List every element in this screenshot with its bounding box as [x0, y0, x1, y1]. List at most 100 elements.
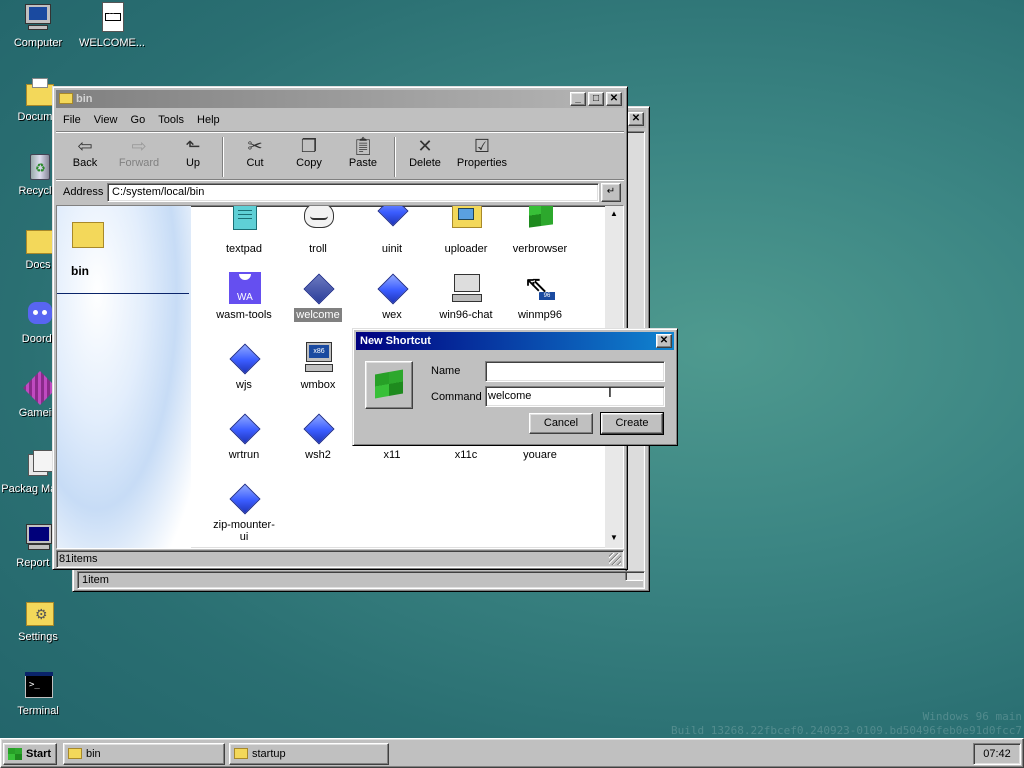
discord-icon — [22, 298, 54, 330]
clock[interactable]: 07:42 — [973, 743, 1021, 765]
file-win96-chat[interactable]: win96-chat — [429, 272, 503, 322]
enter-arrow-icon: ↵ — [606, 186, 616, 197]
report-bug-icon — [22, 522, 54, 554]
file-wjs[interactable]: wjs — [207, 342, 281, 392]
new-shortcut-dialog[interactable]: New Shortcut ✕ Name Command welcome Canc… — [352, 328, 678, 446]
dialog-titlebar[interactable]: New Shortcut ✕ — [356, 332, 674, 350]
delete-x-icon: ✕ — [417, 136, 433, 156]
copy-button[interactable]: ❐ Copy — [282, 135, 336, 179]
file-verbrowser[interactable]: verbrowser — [503, 206, 577, 256]
button-label: Properties — [456, 157, 508, 169]
button-label: Up — [185, 157, 201, 169]
explorer-titlebar[interactable]: bin _ □ ✕ — [56, 90, 624, 108]
maximize-button[interactable]: □ — [588, 92, 604, 106]
x86-computer-icon: x86 — [301, 342, 335, 376]
menu-file[interactable]: File — [58, 111, 86, 129]
settings-icon: ⚙ — [22, 596, 54, 628]
toolbar-separator — [394, 137, 396, 177]
blue-diamond-icon — [227, 482, 261, 516]
documents-folder-icon — [22, 76, 54, 108]
menu-go[interactable]: Go — [126, 111, 151, 129]
scissors-icon: ✂ — [247, 136, 263, 156]
desktop-icon-label: Computer — [13, 37, 63, 49]
watermark-line: Windows 96 main — [922, 710, 1022, 723]
minimize-button[interactable]: _ — [570, 92, 586, 106]
desktop-icon-settings[interactable]: ⚙ Settings — [0, 596, 76, 643]
file-label: zip-mounter-ui — [213, 519, 275, 543]
button-label: Paste — [348, 157, 378, 169]
close-button[interactable]: ✕ — [656, 334, 672, 348]
file-wmbox[interactable]: x86 wmbox — [281, 342, 355, 392]
start-button[interactable]: Start — [3, 743, 57, 765]
toolbar: ⇦ Back ⇨ Forward ⬑ Up ✂ Cut ❐ Copy 📋︎ Pa… — [56, 135, 624, 179]
status-text: 81items — [59, 553, 98, 565]
shortcut-icon-button[interactable] — [365, 361, 413, 409]
file-wrtrun[interactable]: wrtrun — [207, 412, 281, 462]
menu-view[interactable]: View — [89, 111, 123, 129]
desktop-icon-label: Terminal — [17, 705, 59, 717]
address-text: C:/system/local/bin — [112, 186, 205, 198]
menu-tools[interactable]: Tools — [153, 111, 189, 129]
command-input[interactable]: welcome — [485, 386, 665, 407]
file-label: win96-chat — [439, 309, 493, 321]
scroll-down-arrow-icon[interactable]: ▼ — [606, 531, 622, 547]
go-button[interactable]: ↵ — [601, 183, 621, 202]
game-icon — [22, 371, 57, 405]
desktop-icon-label: WELCOME... — [78, 37, 145, 49]
forward-button[interactable]: ⇨ Forward — [112, 135, 166, 179]
resize-grip-icon[interactable] — [609, 553, 621, 565]
file-wex[interactable]: wex — [355, 272, 429, 322]
file-wasm-tools[interactable]: WA wasm-tools — [207, 272, 281, 322]
name-input[interactable] — [485, 361, 665, 382]
back-button[interactable]: ⇦ Back — [58, 135, 112, 179]
file-zip-mounter-ui[interactable]: zip-mounter-ui — [207, 482, 281, 544]
desktop-icon-terminal[interactable]: >_ Terminal — [0, 670, 76, 717]
cancel-button[interactable]: Cancel — [529, 413, 593, 434]
taskbar-item-startup[interactable]: startup — [229, 743, 389, 765]
file-label: wasm-tools — [216, 309, 272, 321]
desktop-icon-computer[interactable]: Computer — [0, 2, 76, 49]
file-label: winmp96 — [517, 309, 563, 321]
paste-button[interactable]: 📋︎ Paste — [336, 135, 390, 179]
up-button[interactable]: ⬑ Up — [166, 135, 220, 179]
paste-icon: 📋︎ — [351, 136, 375, 156]
status-text: 1item — [82, 574, 109, 586]
button-label: Delete — [409, 157, 441, 169]
taskbar-item-bin[interactable]: bin — [63, 743, 225, 765]
toolbar-divider — [56, 179, 624, 181]
scroll-up-arrow-icon[interactable]: ▲ — [606, 207, 622, 223]
close-button[interactable]: ✕ — [606, 92, 622, 106]
blue-diamond-icon — [227, 412, 261, 446]
file-wsh2[interactable]: wsh2 — [281, 412, 355, 462]
file-troll[interactable]: troll — [281, 206, 355, 256]
menu-help[interactable]: Help — [192, 111, 225, 129]
button-label: Copy — [296, 157, 322, 169]
desktop-icon-welcome[interactable]: M↓ WELCOME... — [74, 2, 150, 49]
startup-statusbar: 1item — [77, 571, 645, 589]
address-input[interactable]: C:/system/local/bin — [107, 183, 599, 202]
cut-button[interactable]: ✂ Cut — [228, 135, 282, 179]
back-arrow-icon: ⇦ — [77, 136, 93, 156]
folder-icon — [22, 224, 54, 256]
uploader-icon — [449, 206, 483, 240]
package-manager-icon — [22, 448, 54, 480]
clock-time: 07:42 — [983, 748, 1011, 760]
close-button[interactable]: ✕ — [628, 112, 644, 126]
file-label: troll — [309, 243, 327, 255]
file-textpad[interactable]: textpad — [207, 206, 281, 256]
sidebar-folder-name: bin — [71, 264, 89, 278]
file-welcome[interactable]: welcome — [281, 272, 355, 323]
file-label: x11 — [383, 449, 401, 461]
delete-button[interactable]: ✕ Delete — [398, 135, 452, 179]
file-label: youare — [523, 449, 557, 461]
toolbar-separator — [222, 137, 224, 177]
button-label: Cut — [246, 157, 264, 169]
computer-icon — [22, 2, 54, 34]
button-label: Back — [72, 157, 98, 169]
file-uploader[interactable]: uploader — [429, 206, 503, 256]
terminal-icon: >_ — [22, 670, 54, 702]
folder-sidebar: bin — [57, 206, 191, 548]
file-uinit[interactable]: uinit — [355, 206, 429, 256]
create-button[interactable]: Create — [600, 412, 664, 435]
properties-button[interactable]: ☑ Properties — [452, 135, 512, 179]
